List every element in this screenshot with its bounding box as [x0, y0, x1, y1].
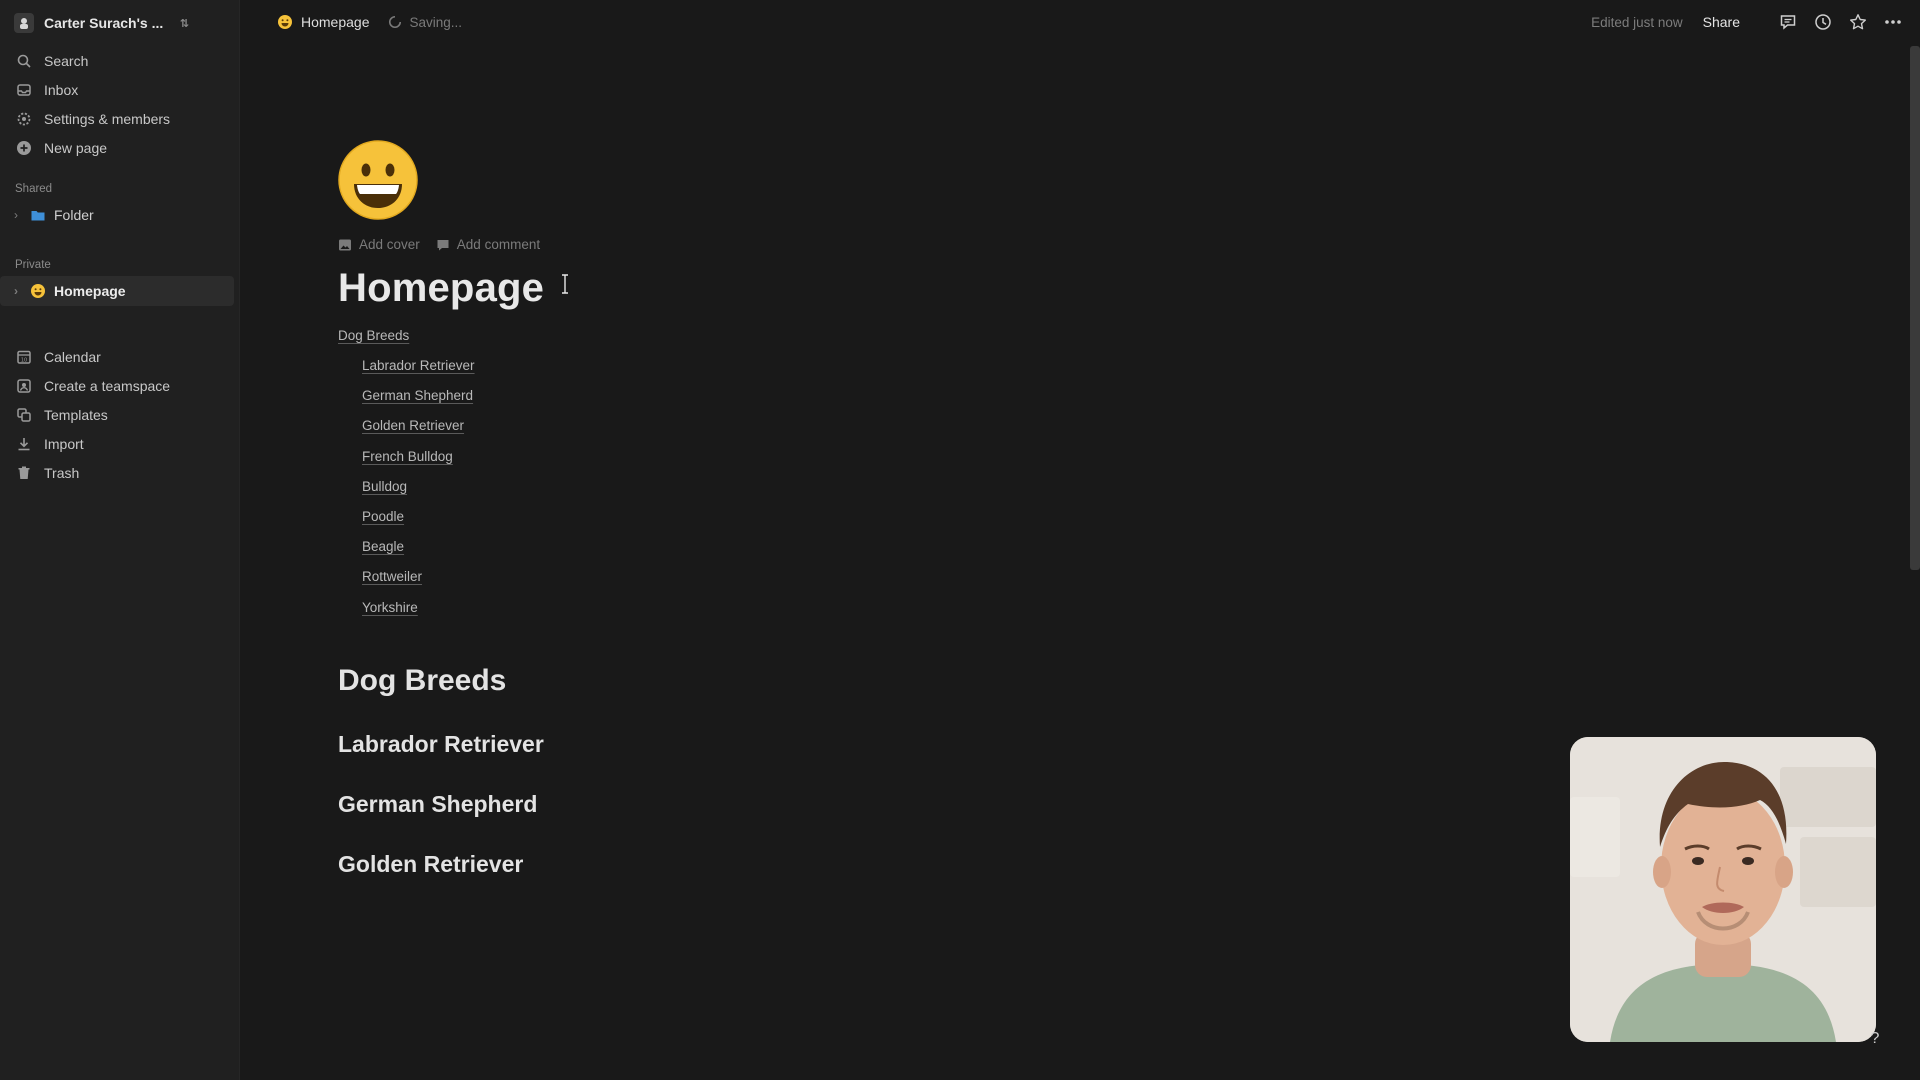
download-icon: [18, 437, 30, 450]
breadcrumb-label: Homepage: [301, 14, 370, 30]
sidebar-item-templates[interactable]: Templates: [0, 400, 239, 429]
toc-link-dog-breeds[interactable]: Dog Breeds: [338, 325, 1238, 355]
breadcrumb[interactable]: Homepage: [277, 14, 370, 30]
topbar-actions: Edited just now Share: [1591, 13, 1902, 31]
add-comment-button[interactable]: Add comment: [436, 237, 540, 252]
page-title[interactable]: Homepage: [338, 266, 1238, 311]
sidebar-item-create-teamspace[interactable]: Create a teamspace: [0, 371, 239, 400]
toc-link-bulldog[interactable]: Bulldog: [338, 476, 1238, 506]
app-window: Carter Surach's ... ⇅ Search Inbox Setti…: [0, 0, 1920, 1080]
toc-link-yorkshire[interactable]: Yorkshire: [338, 597, 1238, 627]
sidebar-item-homepage[interactable]: › Homepage: [0, 276, 234, 306]
webcam-overlay: [1570, 737, 1876, 1042]
sidebar-item-folder[interactable]: › Folder: [0, 200, 239, 230]
comment-icon: [437, 239, 449, 250]
smiley-emoji-icon: [278, 15, 292, 29]
workspace-switcher[interactable]: Carter Surach's ... ⇅: [0, 0, 239, 46]
sidebar-item-label: Settings & members: [44, 110, 171, 127]
text-cursor-icon: [562, 274, 568, 294]
sidebar-item-trash[interactable]: Trash: [0, 458, 239, 487]
more-options-icon[interactable]: [1884, 13, 1902, 31]
scrollbar[interactable]: [1910, 46, 1920, 570]
toc-link-poodle[interactable]: Poodle: [338, 506, 1238, 536]
sidebar-item-label: Trash: [44, 464, 80, 481]
heading-german-shepherd[interactable]: German Shepherd: [338, 791, 1238, 818]
sidebar-item-label: Homepage: [54, 283, 126, 299]
sidebar-item-calendar[interactable]: 10 Calendar: [0, 342, 239, 371]
shared-section-label: Shared: [15, 183, 53, 195]
sidebar-item-label: Create a teamspace: [44, 377, 171, 394]
templates-icon: [17, 407, 31, 422]
add-comment-label: Add comment: [456, 237, 541, 252]
workspace-name: Carter Surach's ...: [44, 15, 164, 31]
sidebar-item-label: Folder: [54, 207, 94, 223]
page-content: Add cover Add comment Homepage Dog Breed…: [338, 140, 1238, 878]
sidebar-item-search[interactable]: Search: [0, 46, 239, 75]
table-of-contents: Dog Breeds Labrador Retriever German She…: [338, 325, 1238, 627]
sidebar-item-import[interactable]: Import: [0, 429, 239, 458]
comments-icon[interactable]: [1779, 13, 1797, 31]
smiley-emoji-icon: [31, 284, 45, 298]
history-clock-icon[interactable]: [1814, 13, 1832, 31]
teamspace-icon: [17, 378, 31, 393]
add-cover-button[interactable]: Add cover: [338, 237, 420, 252]
heading-golden-retriever[interactable]: Golden Retriever: [338, 851, 1238, 878]
gear-icon: [17, 112, 31, 125]
search-icon: [17, 54, 31, 68]
trash-icon: [18, 466, 30, 479]
sidebar-item-inbox[interactable]: Inbox: [0, 75, 239, 104]
page-smiley-emoji-icon[interactable]: [338, 140, 418, 220]
edited-timestamp: Edited just now: [1591, 14, 1683, 30]
chevron-right-icon[interactable]: ›: [14, 208, 24, 222]
svg-text:10: 10: [21, 357, 27, 363]
chevron-right-icon[interactable]: ›: [14, 284, 24, 298]
folder-icon: [31, 211, 45, 221]
spinner-icon: [388, 15, 401, 28]
chevron-updown-icon[interactable]: ⇅: [180, 17, 189, 30]
toc-link-rottweiler[interactable]: Rottweiler: [338, 566, 1238, 596]
add-cover-label: Add cover: [359, 237, 420, 252]
private-section-label: Private: [15, 259, 51, 271]
sidebar-item-label: Calendar: [44, 348, 101, 365]
toc-link-labrador-retriever[interactable]: Labrador Retriever: [338, 355, 1238, 385]
toc-link-golden-retriever[interactable]: Golden Retriever: [338, 415, 1238, 445]
toc-link-beagle[interactable]: Beagle: [338, 536, 1238, 566]
heading-dog-breeds[interactable]: Dog Breeds: [338, 664, 1238, 698]
calendar-icon: 10: [17, 350, 31, 364]
inbox-icon: [17, 83, 31, 96]
topbar: Homepage Saving... Edited just now Share: [241, 0, 1920, 44]
share-button[interactable]: Share: [1703, 14, 1740, 30]
sidebar-item-label: Templates: [44, 406, 108, 423]
presenter-video-image: [1570, 737, 1876, 1042]
sidebar-item-label: New page: [44, 139, 108, 156]
heading-labrador-retriever[interactable]: Labrador Retriever: [338, 731, 1238, 758]
sidebar-item-new-page[interactable]: New page: [0, 133, 239, 162]
workspace-avatar-icon: [14, 13, 34, 33]
sidebar-item-label: Inbox: [44, 81, 79, 98]
plus-circle-icon: [17, 140, 31, 155]
sidebar-item-label: Import: [44, 435, 84, 452]
saving-status: Saving...: [388, 14, 463, 30]
star-icon[interactable]: [1849, 13, 1867, 31]
help-button[interactable]: ?: [1864, 1028, 1886, 1050]
image-icon: [339, 239, 351, 250]
toc-link-german-shepherd[interactable]: German Shepherd: [338, 385, 1238, 415]
page-actions: Add cover Add comment: [338, 237, 1238, 252]
saving-status-label: Saving...: [409, 14, 463, 30]
sidebar-item-settings[interactable]: Settings & members: [0, 104, 239, 133]
sidebar: Carter Surach's ... ⇅ Search Inbox Setti…: [0, 0, 240, 1080]
sidebar-item-label: Search: [44, 52, 89, 69]
toc-link-french-bulldog[interactable]: French Bulldog: [338, 446, 1238, 476]
